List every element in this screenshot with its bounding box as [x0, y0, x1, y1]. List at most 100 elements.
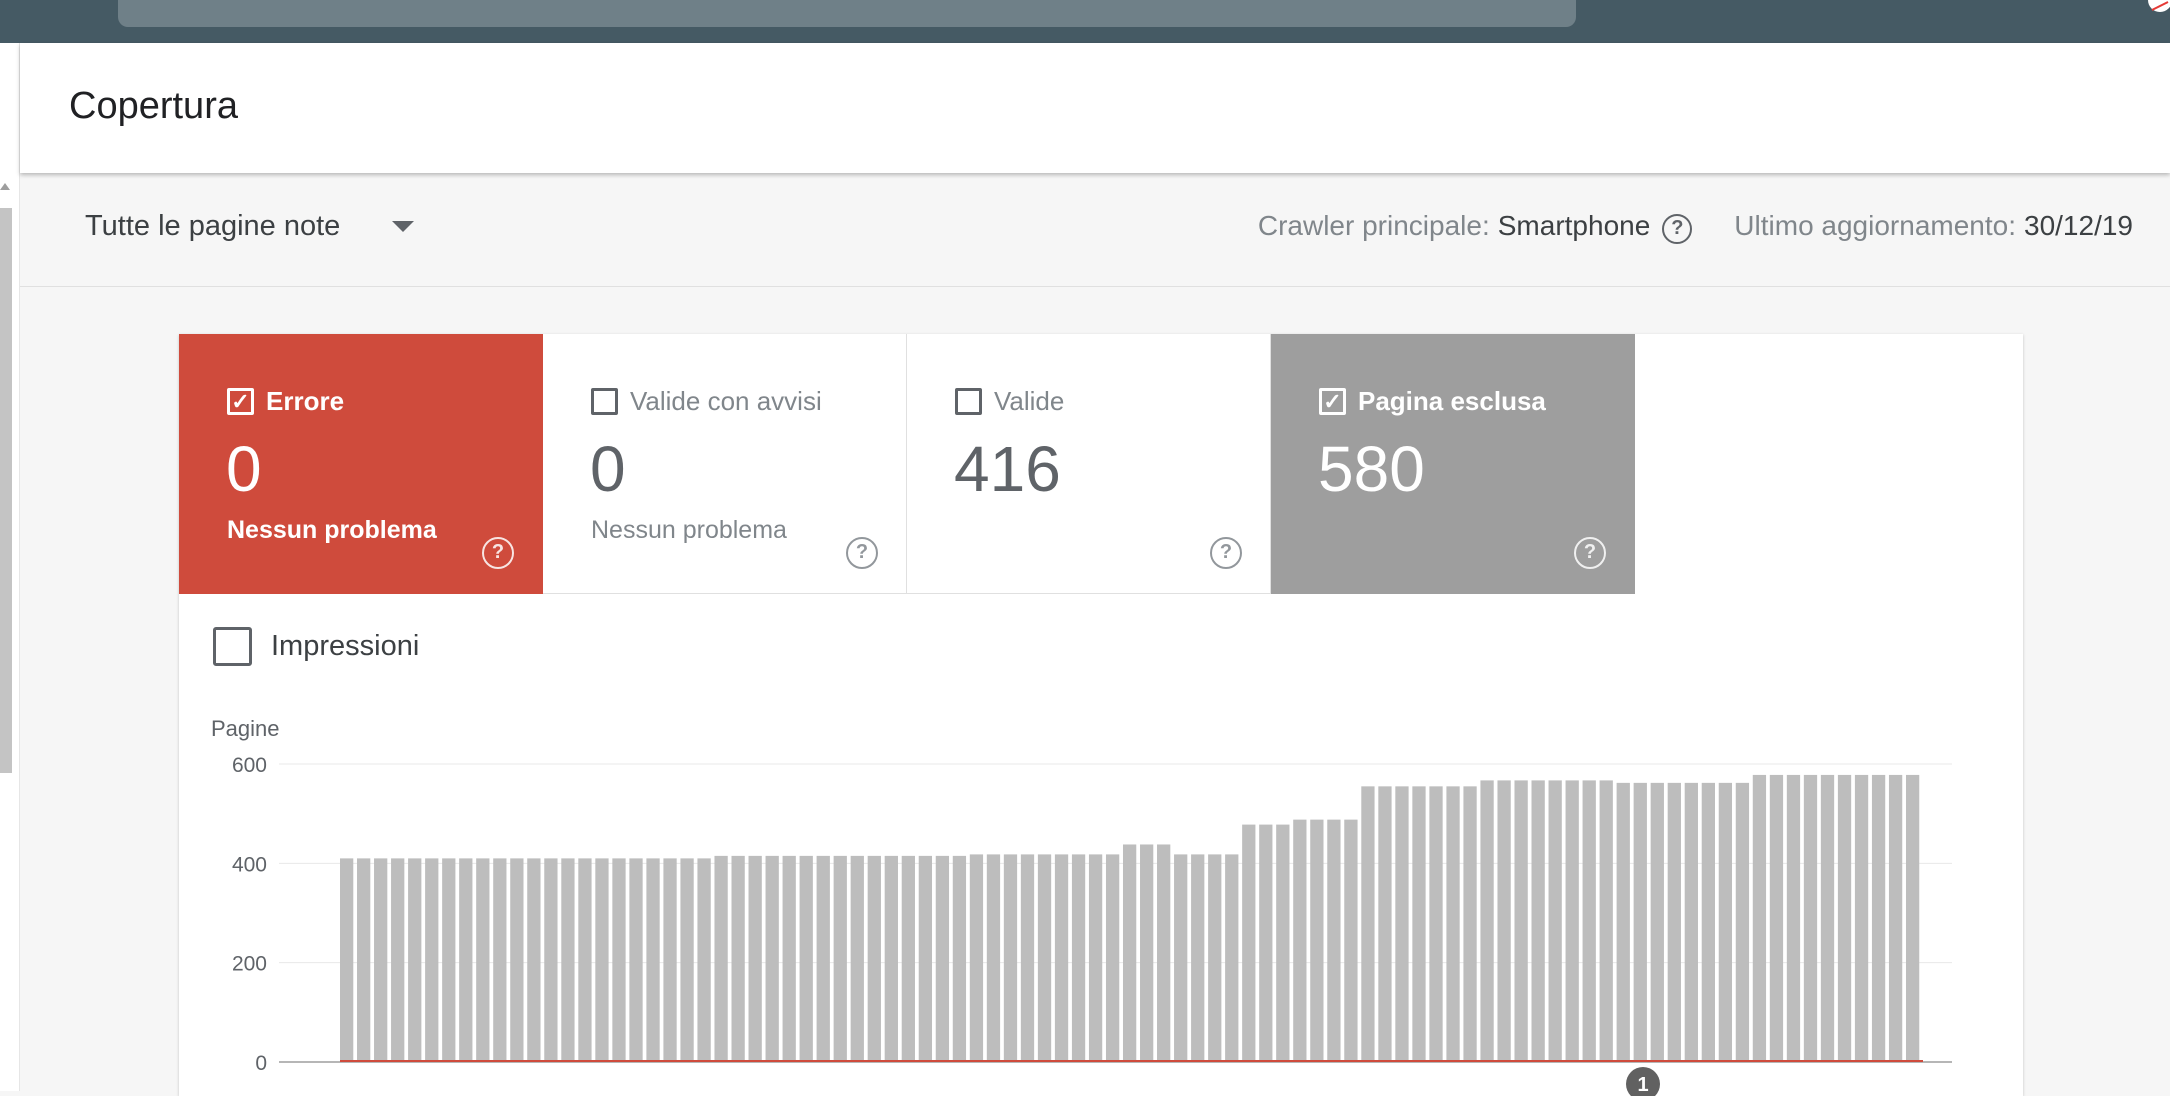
chart-bar[interactable] — [1293, 819, 1307, 1062]
chart-bar[interactable] — [1752, 774, 1767, 1062]
chart-bar[interactable] — [680, 858, 694, 1062]
chart-bar[interactable] — [357, 858, 371, 1062]
chart-bar[interactable] — [833, 855, 847, 1062]
chart-bar[interactable] — [1310, 819, 1324, 1062]
pages-filter-dropdown[interactable]: Tutte le pagine note — [85, 206, 415, 246]
chart-bar[interactable] — [374, 858, 388, 1062]
chart-bar[interactable] — [1140, 844, 1154, 1062]
chart-bar[interactable] — [1854, 774, 1869, 1062]
chart-bar[interactable] — [1071, 854, 1086, 1062]
chart-bar[interactable] — [1480, 780, 1494, 1062]
chart-bar[interactable] — [1837, 774, 1852, 1062]
chart-bar[interactable] — [782, 855, 796, 1062]
chart-bar[interactable] — [1582, 780, 1596, 1062]
chart-bar[interactable] — [697, 858, 711, 1062]
chart-bar[interactable] — [816, 855, 830, 1062]
chart-bar[interactable] — [748, 855, 762, 1062]
chart-bar[interactable] — [561, 858, 575, 1062]
chart-bar[interactable] — [527, 858, 541, 1062]
chart-bar[interactable] — [1105, 854, 1120, 1062]
chart-bar[interactable] — [1088, 854, 1103, 1062]
chart-bar[interactable] — [1361, 786, 1375, 1062]
chart-bar[interactable] — [1191, 854, 1205, 1062]
crawl-meta: Crawler principale: Smartphone ? Ultimo … — [1258, 206, 2133, 246]
chart-bar[interactable] — [1633, 782, 1647, 1062]
chart-bar[interactable] — [1157, 844, 1171, 1062]
chart-bar[interactable] — [1888, 774, 1903, 1062]
chart-bar[interactable] — [1565, 780, 1579, 1062]
chart-bar[interactable] — [1497, 780, 1511, 1062]
chart-bar[interactable] — [1412, 786, 1426, 1062]
chart-bar[interactable] — [901, 855, 915, 1062]
chart-bar[interactable] — [714, 855, 728, 1062]
chart-bar[interactable] — [510, 858, 524, 1062]
search-bar[interactable] — [118, 0, 1576, 27]
chart-bar[interactable] — [986, 854, 1001, 1062]
chart-bar[interactable] — [646, 858, 660, 1062]
chart-bar[interactable] — [1054, 854, 1069, 1062]
chart-bar[interactable] — [731, 855, 745, 1062]
chart-bar[interactable] — [1769, 774, 1784, 1062]
chart-bar[interactable] — [442, 858, 456, 1062]
chart-bar[interactable] — [935, 855, 950, 1062]
chart-bar[interactable] — [1242, 824, 1256, 1062]
chart-bar[interactable] — [1208, 854, 1222, 1062]
chart-bar[interactable] — [1871, 774, 1886, 1062]
chart-bar[interactable] — [1701, 782, 1715, 1062]
chart-bar[interactable] — [1905, 774, 1920, 1062]
chart-bar[interactable] — [1037, 854, 1052, 1062]
chart-bar[interactable] — [1548, 780, 1562, 1062]
chart-bar[interactable] — [1650, 782, 1664, 1062]
chart-bar[interactable] — [578, 858, 592, 1062]
chart-bar[interactable] — [476, 858, 490, 1062]
chart-bar[interactable] — [1378, 786, 1392, 1062]
chart-bar[interactable] — [1820, 774, 1835, 1062]
chart-bar[interactable] — [1395, 786, 1409, 1062]
chart-bar[interactable] — [765, 855, 779, 1062]
chart-bar[interactable] — [850, 855, 864, 1062]
chart-bar[interactable] — [1514, 780, 1528, 1062]
chart-bar[interactable] — [1803, 774, 1818, 1062]
chart-bar[interactable] — [1531, 780, 1545, 1062]
chart-bar[interactable] — [867, 855, 881, 1062]
chart-bar[interactable] — [1122, 844, 1137, 1062]
chart-bar[interactable] — [425, 858, 439, 1062]
chart-bar[interactable] — [408, 858, 422, 1062]
chart-bar[interactable] — [1327, 819, 1341, 1062]
chart-bar[interactable] — [799, 855, 813, 1062]
chart-bar[interactable] — [1259, 824, 1273, 1062]
chart-bar[interactable] — [1276, 824, 1290, 1062]
chart-bar[interactable] — [1667, 782, 1681, 1062]
chart-bar[interactable] — [1616, 782, 1630, 1062]
account-icon[interactable] — [2130, 0, 2170, 14]
chart-bar[interactable] — [918, 855, 933, 1062]
chart-bar[interactable] — [612, 858, 626, 1062]
chart-bar[interactable] — [1463, 786, 1477, 1062]
chart-bar[interactable] — [1344, 819, 1358, 1062]
chart-bar[interactable] — [1174, 854, 1188, 1062]
chart-bar[interactable] — [969, 854, 984, 1062]
chart-bar[interactable] — [884, 855, 898, 1062]
chart-bar[interactable] — [1003, 854, 1018, 1062]
chart-bar[interactable] — [1225, 854, 1239, 1062]
chart-bar[interactable] — [493, 858, 507, 1062]
chart-bar[interactable] — [629, 858, 643, 1062]
chart-bar[interactable] — [391, 858, 405, 1062]
chart-bar[interactable] — [952, 855, 967, 1062]
chart-bar[interactable] — [340, 858, 354, 1062]
chart-bar[interactable] — [1786, 774, 1801, 1062]
scroll-up-arrow-icon[interactable] — [0, 183, 10, 190]
chart-bar[interactable] — [1718, 782, 1733, 1062]
chart-bar[interactable] — [663, 858, 677, 1062]
chart-bar[interactable] — [1735, 782, 1750, 1062]
scrollbar-thumb[interactable] — [0, 208, 12, 773]
chart-bar[interactable] — [459, 858, 473, 1062]
chart-bar[interactable] — [1599, 780, 1613, 1062]
chart-bar[interactable] — [1429, 786, 1443, 1062]
chart-bar[interactable] — [1446, 786, 1460, 1062]
chart-bar[interactable] — [544, 858, 558, 1062]
chart-bar[interactable] — [1684, 782, 1698, 1062]
crawler-help-icon[interactable]: ? — [1662, 209, 1693, 244]
chart-bar[interactable] — [1020, 854, 1035, 1062]
chart-bar[interactable] — [595, 858, 609, 1062]
